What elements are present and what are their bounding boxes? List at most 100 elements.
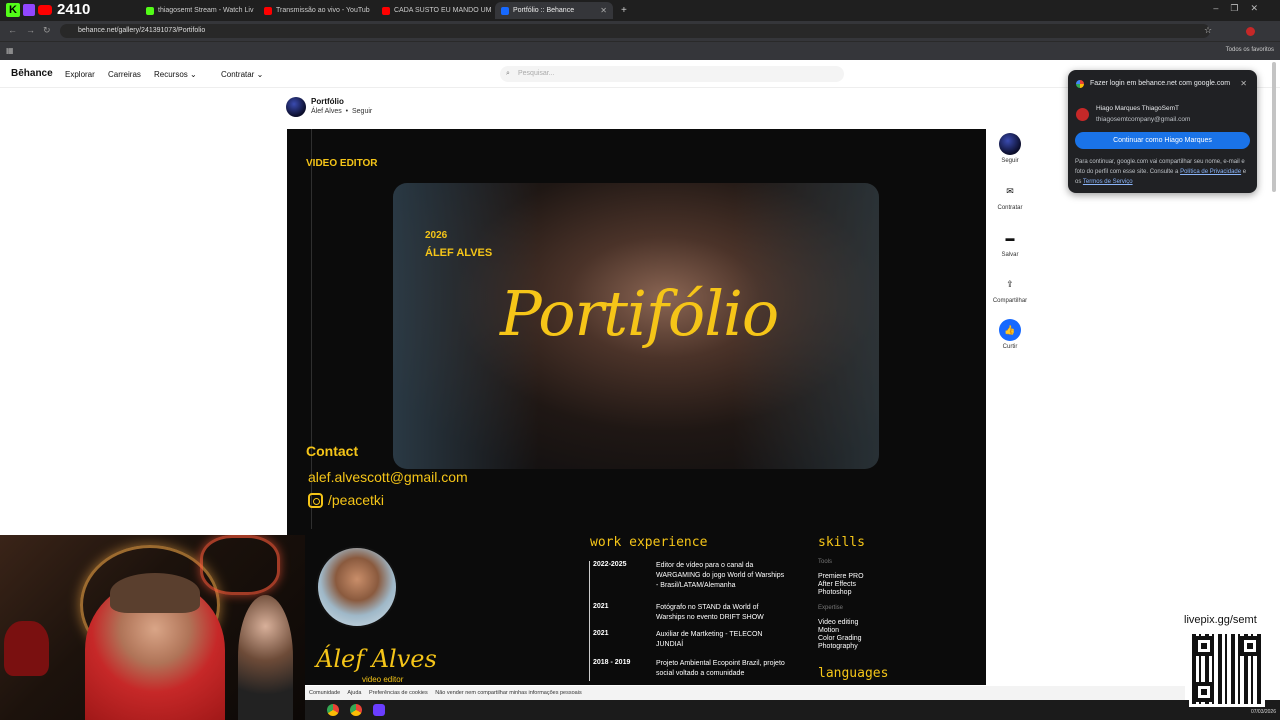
instagram-icon: [308, 492, 323, 508]
tools-list: Premiere PRO After Effects Photoshop: [818, 573, 864, 596]
background-person: [238, 595, 293, 720]
expertise-label: Expertise: [818, 605, 844, 611]
year-label: 2026: [425, 230, 448, 241]
instagram-handle: /peacetki: [328, 492, 385, 508]
close-icon[interactable]: ✕: [600, 6, 607, 15]
new-tab-button[interactable]: +: [615, 2, 631, 19]
follow-link[interactable]: Seguir: [352, 108, 372, 115]
contact-heading: Contact: [306, 443, 359, 459]
search-placeholder: Pesquisar...: [518, 70, 555, 77]
footer-link[interactable]: Preferências de cookies: [369, 690, 428, 696]
webcam-overlay: [0, 535, 305, 720]
search-input[interactable]: ⌕ Pesquisar...: [500, 66, 844, 82]
consent-text: Para continuar, google.com vai compartil…: [1075, 157, 1253, 187]
nav-resources[interactable]: Recursos ⌄: [154, 70, 197, 79]
browser-tab-bar: K 2410 thiagosemt Stream - Watch Liv ✕ T…: [0, 0, 1280, 21]
footer-link[interactable]: Ajuda: [347, 690, 361, 696]
continue-button[interactable]: Continuar como Hiago Marques: [1075, 132, 1250, 149]
back-icon[interactable]: ←: [8, 25, 17, 35]
author-link[interactable]: Álef Alves: [311, 108, 342, 115]
search-icon: ⌕: [506, 70, 510, 77]
twitch-icon: [23, 3, 35, 16]
behance-logo[interactable]: Bēhance: [11, 68, 53, 79]
work-years: 2022-2025: [593, 561, 627, 568]
nav-explore[interactable]: Explorar: [65, 70, 95, 79]
project-title: Portfólio: [311, 97, 344, 106]
youtube-icon: [382, 6, 390, 15]
side-label: Curtir: [1002, 344, 1018, 350]
languages-heading: languages: [818, 666, 889, 681]
side-hire[interactable]: ✉ Contratar: [992, 180, 1028, 212]
url-text: behance.net/gallery/241391073/Portifolio: [78, 27, 206, 34]
streamer-hair: [110, 573, 200, 613]
privacy-link[interactable]: Política de Privacidade: [1180, 169, 1241, 175]
side-label: Compartilhar: [992, 298, 1028, 304]
page-scrollbar[interactable]: [1270, 62, 1278, 202]
url-input[interactable]: behance.net/gallery/241391073/Portifolio: [60, 24, 1210, 38]
mail-icon: ✉: [1006, 185, 1014, 196]
nav-resources-label: Recursos: [154, 70, 188, 79]
work-desc: Auxiliar de Martketing - TELECON JUNDIAÍ: [656, 631, 763, 648]
side-label: Salvar: [1001, 252, 1019, 258]
terms-link[interactable]: Termos de Serviço: [1083, 179, 1133, 185]
work-years: 2021: [593, 603, 609, 610]
os-taskbar: 07/03/2026: [305, 700, 1280, 720]
expertise-list: Video editing Motion Color Grading Photo…: [818, 619, 862, 650]
work-heading: work experience: [590, 535, 708, 550]
chevron-down-icon: ⌄: [256, 70, 264, 79]
all-bookmarks[interactable]: Todos os favoritos: [1226, 47, 1274, 53]
chrome-icon[interactable]: [327, 704, 339, 716]
tab-youtube-live[interactable]: Transmissão ao vivo - YouTub ✕: [258, 2, 372, 19]
nav-hire-label: Contratar: [221, 70, 255, 79]
tab-behance[interactable]: Portfólio :: Behance ✕: [495, 2, 613, 19]
scrollbar-thumb[interactable]: [1272, 62, 1276, 192]
close-icon[interactable]: ✕: [1240, 79, 1247, 88]
clock-date: 07/03/2026: [1250, 709, 1276, 715]
side-label: Contratar: [997, 205, 1023, 211]
star-icon[interactable]: ☆: [1204, 25, 1212, 36]
popup-header: Fazer login em behance.net com google.co…: [1090, 80, 1231, 87]
kick-icon: K: [6, 2, 20, 17]
profile-name: Álef Alves: [316, 645, 437, 673]
reload-icon[interactable]: ↻: [43, 25, 51, 36]
side-share[interactable]: ⇪ Compartilhar: [992, 273, 1028, 305]
youtube-icon: [264, 6, 272, 15]
skills-heading: skills: [818, 535, 865, 550]
forward-icon[interactable]: →: [26, 25, 35, 35]
footer-link[interactable]: Não vender nem compartilhar minhas infor…: [435, 690, 581, 696]
livepix-label: livepix.gg/semt: [1184, 614, 1257, 626]
portfolio-title: Portifólio: [500, 277, 779, 350]
side-like[interactable]: 👍 Curtir: [992, 319, 1028, 350]
profile-avatar[interactable]: [1246, 27, 1255, 36]
apps-icon[interactable]: ▦: [6, 46, 14, 55]
tab-label: Portfólio :: Behance: [513, 7, 575, 14]
side-label: Seguir: [1001, 158, 1019, 164]
qr-code: [1189, 631, 1265, 707]
tab-kick[interactable]: thiagosemt Stream - Watch Liv ✕: [140, 2, 254, 19]
author-avatar[interactable]: [286, 97, 306, 117]
behance-icon: [501, 6, 509, 15]
tab-youtube-video[interactable]: CADA SUSTO EU MANDO UM ✕: [376, 2, 492, 19]
nav-hire[interactable]: Contratar ⌄: [221, 70, 263, 79]
role-label: VIDEO EDITOR: [306, 158, 378, 169]
address-bar-row: ← → ↻ behance.net/gallery/241391073/Port…: [0, 21, 1280, 41]
work-years: 2018 - 2019: [593, 659, 631, 666]
chrome-icon[interactable]: [350, 704, 362, 716]
tools-label: Tools: [818, 559, 833, 565]
side-save[interactable]: ▬ Salvar: [992, 227, 1028, 258]
footer-link[interactable]: Comunidade: [309, 690, 340, 696]
avatar-icon: [999, 133, 1021, 155]
side-follow[interactable]: Seguir: [992, 133, 1028, 164]
app-icon[interactable]: [373, 704, 385, 716]
helmet-decor: [4, 621, 49, 676]
chevron-down-icon: ⌄: [190, 70, 197, 79]
thumbs-up-icon: 👍: [999, 319, 1021, 341]
stream-counter: K 2410: [6, 1, 90, 18]
tab-label: Transmissão ao vivo - YouTub: [276, 7, 370, 14]
window-controls[interactable]: –❐✕: [1213, 3, 1270, 14]
google-icon: [1076, 80, 1084, 88]
contact-instagram: /peacetki: [308, 492, 384, 508]
nav-careers[interactable]: Carreiras: [108, 70, 141, 79]
qr-finder: [1240, 636, 1260, 656]
viewer-count: 2410: [57, 1, 91, 18]
